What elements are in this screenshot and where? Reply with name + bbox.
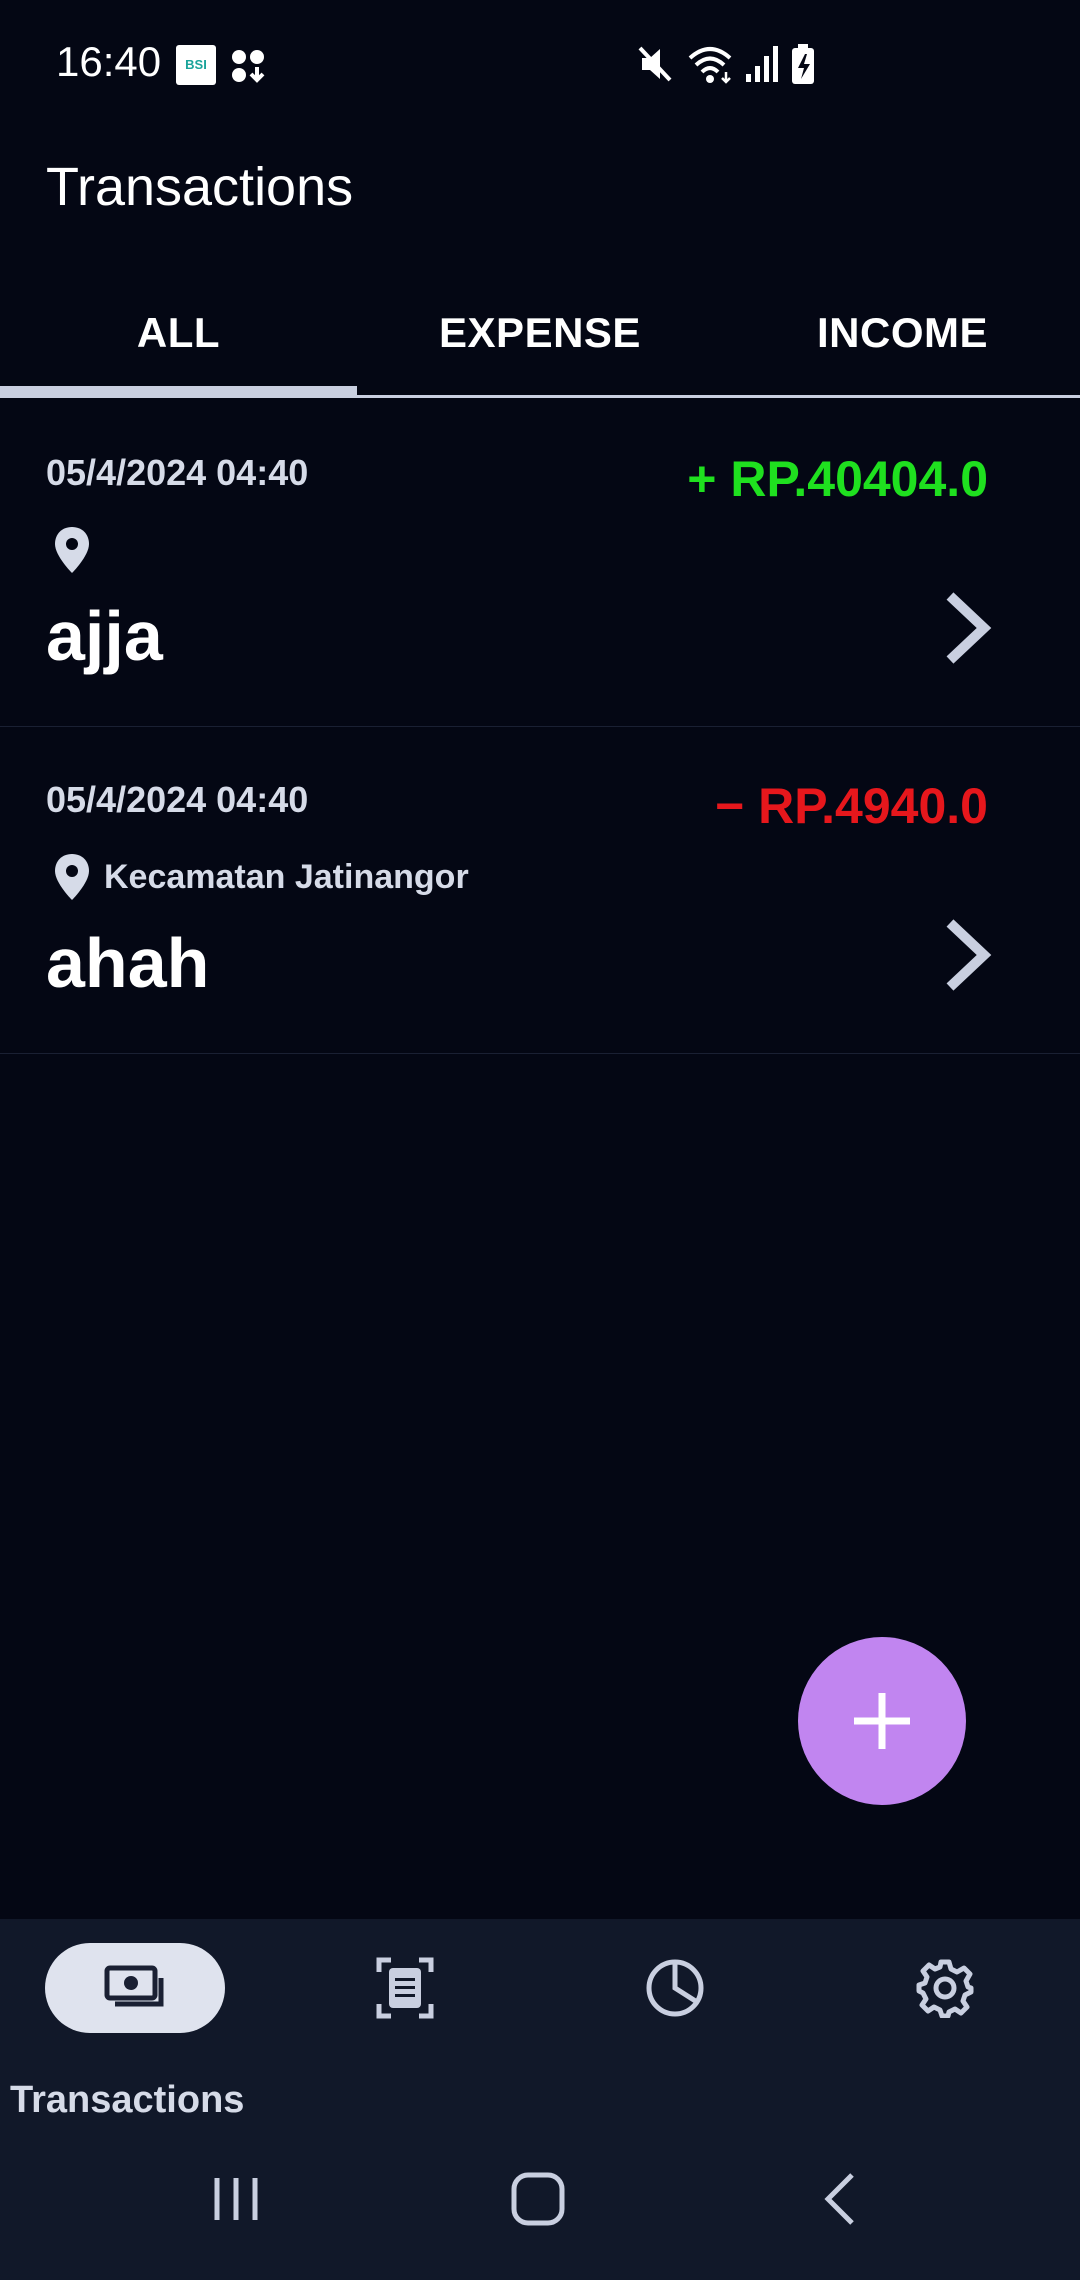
add-transaction-button[interactable]: [798, 1637, 966, 1805]
transaction-title: ajja: [46, 597, 163, 675]
receipt-scan-icon: [376, 1957, 434, 2019]
tab-bar: ALL EXPENSE INCOME: [0, 270, 1080, 398]
tab-income[interactable]: INCOME: [723, 270, 1080, 395]
gear-icon: [916, 1959, 974, 2018]
bottom-navigation: Transactions: [0, 1919, 1080, 2121]
nav-item-statistics[interactable]: [540, 1919, 810, 2119]
nav-label-transactions: Transactions: [10, 2079, 245, 2121]
home-button[interactable]: [488, 2159, 588, 2239]
transaction-list: 05/4/2024 04:40 + RP.40404.0 ajja 05/4/2…: [0, 400, 1080, 1054]
nav-item-settings[interactable]: [810, 1919, 1080, 2119]
signal-icon: [746, 46, 778, 82]
battery-charging-icon: [792, 44, 814, 84]
page-title: Transactions: [46, 157, 354, 217]
location-pin-icon: [55, 527, 89, 573]
notification-dots-icon: [232, 50, 265, 83]
back-icon: [824, 2173, 854, 2225]
transaction-item[interactable]: 05/4/2024 04:40 − RP.4940.0 Kecamatan Ja…: [0, 727, 1080, 1054]
transaction-item[interactable]: 05/4/2024 04:40 + RP.40404.0 ajja: [0, 400, 1080, 727]
tab-indicator: [0, 386, 357, 396]
nav-item-transactions[interactable]: Transactions: [0, 1919, 270, 2121]
nav-item-reports[interactable]: [270, 1919, 540, 2119]
recents-button[interactable]: [186, 2159, 286, 2239]
status-icons: [636, 42, 816, 86]
transaction-location: [52, 524, 104, 576]
status-bar: 16:40 BSI: [0, 0, 1080, 130]
home-icon: [511, 2172, 565, 2226]
transaction-amount: + RP.40404.0: [687, 451, 988, 507]
system-navigation-bar: [0, 2119, 1080, 2280]
transaction-location: Kecamatan Jatinangor: [52, 851, 469, 903]
back-button[interactable]: [790, 2159, 890, 2239]
money-stack-icon: [104, 1965, 164, 2007]
chevron-right-icon[interactable]: [940, 917, 996, 993]
location-text: Kecamatan Jatinangor: [104, 857, 469, 896]
tab-all[interactable]: ALL: [0, 270, 357, 395]
wifi-icon: [688, 47, 732, 84]
tab-expense[interactable]: EXPENSE: [357, 270, 723, 395]
chevron-right-icon[interactable]: [940, 590, 996, 666]
transaction-date: 05/4/2024 04:40: [46, 779, 309, 820]
transaction-amount: − RP.4940.0: [715, 778, 988, 834]
transaction-title: ahah: [46, 924, 210, 1002]
transaction-date: 05/4/2024 04:40: [46, 452, 309, 493]
nav-active-pill: [45, 1943, 225, 2033]
mute-icon: [638, 46, 672, 82]
pie-chart-icon: [646, 1959, 704, 2017]
bsi-app-icon: BSI: [176, 45, 216, 85]
recents-icon: [214, 2178, 258, 2220]
location-pin-icon: [55, 854, 89, 900]
status-time: 16:40: [56, 38, 162, 85]
plus-icon: [854, 1693, 910, 1749]
